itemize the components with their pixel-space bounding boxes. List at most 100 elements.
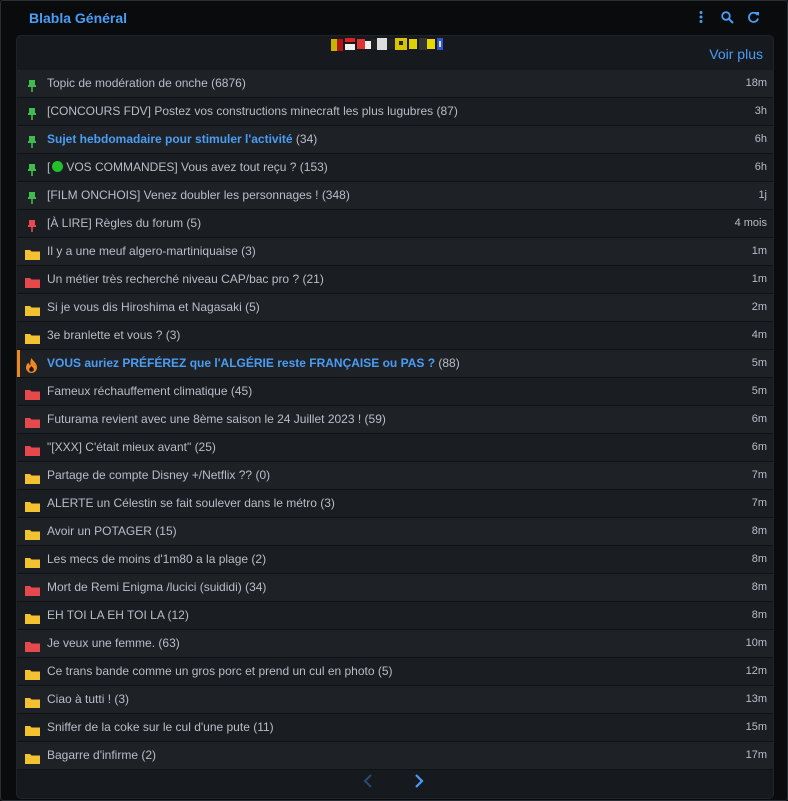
topic-title-link[interactable]: Sujet hebdomadaire pour stimuler l'activ… — [47, 126, 317, 153]
last-activity-time: 1j — [758, 189, 767, 201]
refresh-icon[interactable] — [746, 10, 760, 24]
topic-row[interactable]: Avoir un POTAGER (15) 8m — [17, 518, 773, 546]
topic-title-link[interactable]: Les mecs de moins d'1m80 a la plage (2) — [47, 546, 266, 573]
topic-row[interactable]: Mort de Remi Enigma /lucici (suididi) (3… — [17, 574, 773, 602]
topic-title-link[interactable]: Il y a une meuf algero-martiniquaise (3) — [47, 238, 256, 265]
folder-icon — [25, 328, 40, 344]
topic-row[interactable]: EH TOI LA EH TOI LA (12) 8m — [17, 602, 773, 630]
topic-title-link[interactable]: [CONCOURS FDV] Postez vos constructions … — [47, 98, 458, 125]
topic-title-link[interactable]: EH TOI LA EH TOI LA (12) — [47, 602, 189, 629]
topic-title-link[interactable]: Je veux une femme. (63) — [47, 630, 180, 657]
last-activity-time: 6h — [754, 161, 767, 173]
last-activity-time: 5m — [751, 385, 767, 397]
topic-title-link[interactable]: Si je vous dis Hiroshima et Nagasaki (5) — [47, 294, 260, 321]
reply-count: (3) — [241, 244, 256, 258]
topic-title-link[interactable]: Avoir un POTAGER (15) — [47, 518, 177, 545]
topic-row[interactable]: Partage de compte Disney +/Netflix ?? (0… — [17, 462, 773, 490]
topic-row[interactable]: [CONCOURS FDV] Postez vos constructions … — [17, 98, 773, 126]
topic-row[interactable]: [VOS COMMANDES] Vous avez tout reçu ? (1… — [17, 154, 773, 182]
reply-count: (15) — [155, 524, 177, 538]
topic-title-link[interactable]: Ce trans bande comme un gros porc et pre… — [47, 658, 393, 685]
search-icon[interactable] — [720, 10, 734, 24]
topic-title: [CONCOURS FDV] Postez vos constructions … — [47, 104, 434, 118]
folder-icon — [25, 496, 40, 512]
topic-title: Sniffer de la coke sur le cul d'une pute — [47, 720, 250, 734]
forum-title[interactable]: Blabla Général — [29, 10, 127, 26]
folder-icon — [25, 468, 40, 484]
folder-icon — [25, 748, 40, 764]
topic-row[interactable]: Futurama revient avec une 8ème saison le… — [17, 406, 773, 434]
chevron-left-icon[interactable] — [363, 773, 377, 789]
last-activity-time: 8m — [751, 525, 767, 537]
topic-row[interactable]: Si je vous dis Hiroshima et Nagasaki (5)… — [17, 294, 773, 322]
last-activity-time: 4m — [751, 329, 767, 341]
topic-row[interactable]: Ce trans bande comme un gros porc et pre… — [17, 658, 773, 686]
folder-icon — [25, 300, 40, 316]
topic-row[interactable]: ALERTE un Célestin se fait soulever dans… — [17, 490, 773, 518]
topic-title-link[interactable]: Fameux réchauffement climatique (45) — [47, 378, 252, 405]
reply-count: (11) — [253, 720, 274, 734]
topic-row[interactable]: Je veux une femme. (63) 10m — [17, 630, 773, 658]
folder-icon — [25, 412, 40, 428]
topic-title: ALERTE un Célestin se fait soulever dans… — [47, 496, 317, 510]
topic-row[interactable]: [À LIRE] Règles du forum (5) 4 mois — [17, 210, 773, 238]
topic-title: Topic de modération de onche — [47, 76, 208, 90]
topic-title: Il y a une meuf algero-martiniquaise — [47, 244, 238, 258]
reply-count: (25) — [194, 440, 216, 454]
topic-title-link[interactable]: Mort de Remi Enigma /lucici (suididi) (3… — [47, 574, 266, 601]
last-activity-time: 8m — [751, 609, 767, 621]
last-activity-time: 1m — [751, 273, 767, 285]
topic-row[interactable]: Un métier très recherché niveau CAP/bac … — [17, 266, 773, 294]
topic-title-link[interactable]: Ciao à tutti ! (3) — [47, 686, 129, 713]
topic-row[interactable]: VOUS auriez PRÉFÉREZ que l'ALGÉRIE reste… — [17, 350, 773, 378]
reply-count: (348) — [321, 188, 350, 202]
reply-count: (3) — [114, 692, 130, 706]
topic-title: Mort de Remi Enigma /lucici (suididi) — [47, 580, 242, 594]
last-activity-time: 6m — [751, 441, 767, 453]
reply-count: (6876) — [211, 76, 246, 90]
topic-title: Si je vous dis Hiroshima et Nagasaki — [47, 300, 242, 314]
topic-title: Je veux une femme. — [47, 636, 156, 650]
last-activity-time: 6h — [754, 133, 767, 145]
last-activity-time: 6m — [751, 413, 767, 425]
topic-title-link[interactable]: Futurama revient avec une 8ème saison le… — [47, 406, 386, 433]
topic-title-link[interactable]: [À LIRE] Règles du forum (5) — [47, 210, 201, 237]
topic-title-link[interactable]: [VOS COMMANDES] Vous avez tout reçu ? (1… — [47, 154, 328, 181]
topic-row[interactable]: Ciao à tutti ! (3) 13m — [17, 686, 773, 714]
pin-icon — [25, 132, 39, 148]
topic-title-link[interactable]: ALERTE un Célestin se fait soulever dans… — [47, 490, 335, 517]
reply-count: (59) — [364, 412, 386, 426]
topic-title: VOUS auriez PRÉFÉREZ que l'ALGÉRIE reste… — [47, 356, 436, 370]
topic-row[interactable]: Sujet hebdomadaire pour stimuler l'activ… — [17, 126, 773, 154]
topic-title-link[interactable]: Partage de compte Disney +/Netflix ?? (0… — [47, 462, 270, 489]
folder-icon — [25, 244, 40, 260]
chevron-right-icon[interactable] — [414, 773, 428, 789]
more-vertical-icon[interactable] — [694, 10, 708, 24]
topic-row[interactable]: Il y a une meuf algero-martiniquaise (3)… — [17, 238, 773, 266]
topic-title: Fameux réchauffement climatique — [47, 384, 228, 398]
topic-title-link[interactable]: [FILM ONCHOIS] Venez doubler les personn… — [47, 182, 350, 209]
topic-title: Les mecs de moins d'1m80 a la plage — [47, 552, 249, 566]
voir-plus-link[interactable]: Voir plus — [709, 46, 763, 62]
topic-row[interactable]: Topic de modération de onche (6876) 18m — [17, 70, 773, 98]
topic-title-link[interactable]: Topic de modération de onche (6876) — [47, 70, 246, 97]
topic-row[interactable]: [FILM ONCHOIS] Venez doubler les personn… — [17, 182, 773, 210]
topic-title-link[interactable]: 3e branlette et vous ? (3) — [47, 322, 180, 349]
topic-row[interactable]: 3e branlette et vous ? (3) 4m — [17, 322, 773, 350]
topic-row[interactable]: "[XXX] C'était mieux avant" (25) 6m — [17, 434, 773, 462]
folder-icon — [25, 720, 40, 736]
topic-title-link[interactable]: Un métier très recherché niveau CAP/bac … — [47, 266, 324, 293]
topic-title-link[interactable]: VOUS auriez PRÉFÉREZ que l'ALGÉRIE reste… — [47, 350, 460, 377]
topic-row[interactable]: Les mecs de moins d'1m80 a la plage (2) 8… — [17, 546, 773, 574]
topic-title-link[interactable]: Sniffer de la coke sur le cul d'une pute… — [47, 714, 274, 741]
last-activity-time: 8m — [751, 553, 767, 565]
flame-icon — [25, 356, 39, 373]
folder-icon — [25, 636, 40, 652]
topic-row[interactable]: Sniffer de la coke sur le cul d'une pute… — [17, 714, 773, 742]
topic-title: Ciao à tutti ! — [47, 692, 112, 706]
last-activity-time: 4 mois — [734, 217, 767, 229]
topic-row[interactable]: Fameux réchauffement climatique (45) 5m — [17, 378, 773, 406]
folder-icon — [25, 580, 40, 596]
topic-title-link[interactable]: "[XXX] C'était mieux avant" (25) — [47, 434, 216, 461]
folder-icon — [25, 692, 40, 708]
